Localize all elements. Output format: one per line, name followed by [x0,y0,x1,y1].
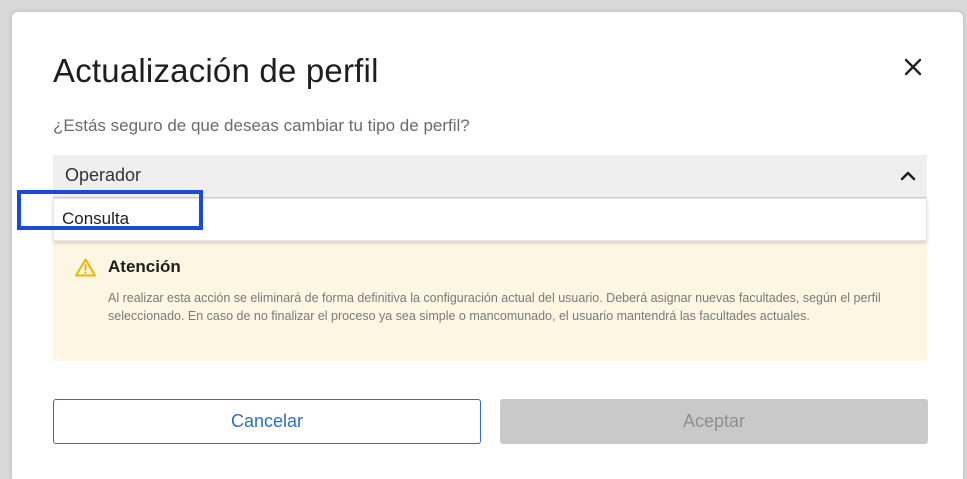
dialog-subtitle: ¿Estás seguro de que deseas cambiar tu t… [53,116,470,135]
profile-type-select[interactable]: Operador [53,155,927,198]
profile-update-dialog: Actualización de perfil ¿Estás seguro de… [12,12,963,479]
accept-button[interactable]: Aceptar [500,399,928,444]
profile-options-list: Consulta [53,198,927,241]
warning-alert: Atención Al realizar esta acción se elim… [53,241,927,361]
cancel-button[interactable]: Cancelar [53,399,481,444]
select-value: Operador [65,165,142,185]
alert-message: Al realizar esta acción se eliminará de … [108,291,881,323]
alert-title: Atención [108,257,181,276]
dialog-title: Actualización de perfil [53,52,379,89]
option-consulta[interactable]: Consulta [62,209,129,229]
chevron-up-icon [900,171,916,181]
close-icon [904,58,922,76]
warning-icon [75,258,96,277]
close-button[interactable] [898,52,928,82]
